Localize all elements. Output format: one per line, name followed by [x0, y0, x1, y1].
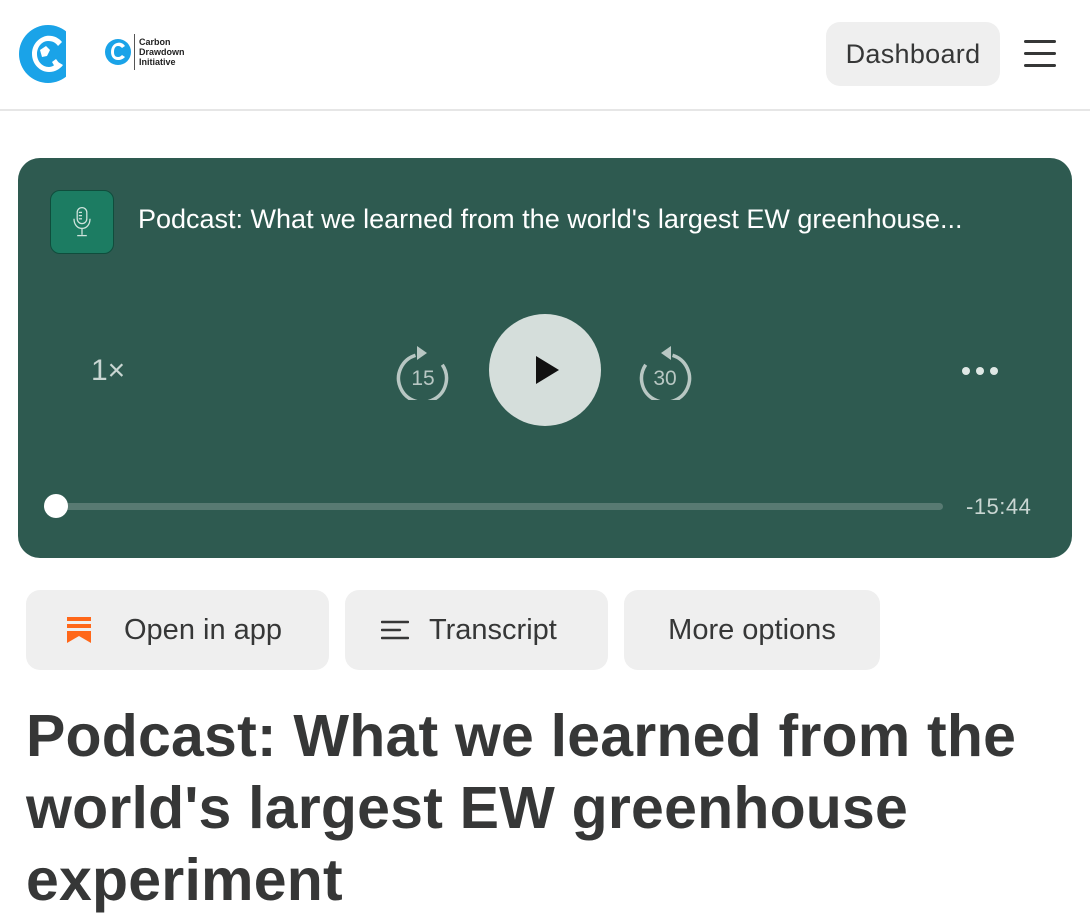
- logo-divider: [134, 34, 135, 70]
- more-options-button[interactable]: More options: [624, 590, 880, 670]
- skip-back-button[interactable]: 15: [395, 342, 451, 405]
- more-options-label: More options: [668, 613, 836, 646]
- player-more-icon[interactable]: [960, 364, 1000, 376]
- progress-knob[interactable]: [44, 494, 68, 518]
- logo-word: Carbon: [139, 37, 171, 47]
- logo-word: Drawdown: [139, 47, 185, 57]
- skip-back-seconds: 15: [411, 367, 434, 390]
- transcript-lines-icon: [381, 620, 409, 640]
- publication-logo-icon[interactable]: [18, 22, 80, 86]
- article-title: Podcast: What we learned from the world'…: [26, 703, 1017, 913]
- dashboard-button[interactable]: Dashboard: [826, 22, 1000, 86]
- transcript-label: Transcript: [429, 613, 557, 646]
- microphone-icon: [73, 206, 91, 237]
- bookmark-logo-icon: [67, 617, 91, 643]
- podcast-cover: [50, 190, 114, 254]
- skip-back-15-icon: 15: [396, 346, 449, 405]
- progress-track[interactable]: [44, 494, 943, 518]
- transcript-button[interactable]: Transcript: [345, 590, 608, 670]
- top-navigation-bar: Carbon Drawdown Initiative Dashboard: [0, 0, 1090, 111]
- play-icon: [536, 356, 559, 384]
- open-in-app-button[interactable]: Open in app: [26, 590, 329, 670]
- skip-forward-30-icon: 30: [639, 346, 692, 405]
- player-episode-title: Podcast: What we learned from the world'…: [138, 204, 963, 234]
- open-in-app-label: Open in app: [124, 613, 283, 646]
- logo-wordmark: Carbon Drawdown Initiative: [139, 37, 185, 67]
- hamburger-menu-icon[interactable]: [1024, 40, 1056, 68]
- skip-forward-seconds: 30: [653, 367, 676, 390]
- skip-forward-button[interactable]: 30: [637, 342, 693, 405]
- carbon-drawdown-logo: Carbon Drawdown Initiative: [104, 34, 185, 70]
- playback-speed-button[interactable]: 1×: [91, 354, 125, 388]
- podcast-player: Podcast: What we learned from the world'…: [18, 158, 1072, 558]
- remaining-time: -15:44: [966, 494, 1032, 519]
- globe-logo-icon: [105, 39, 131, 65]
- logo-word: Initiative: [139, 57, 176, 67]
- play-button[interactable]: [489, 314, 601, 426]
